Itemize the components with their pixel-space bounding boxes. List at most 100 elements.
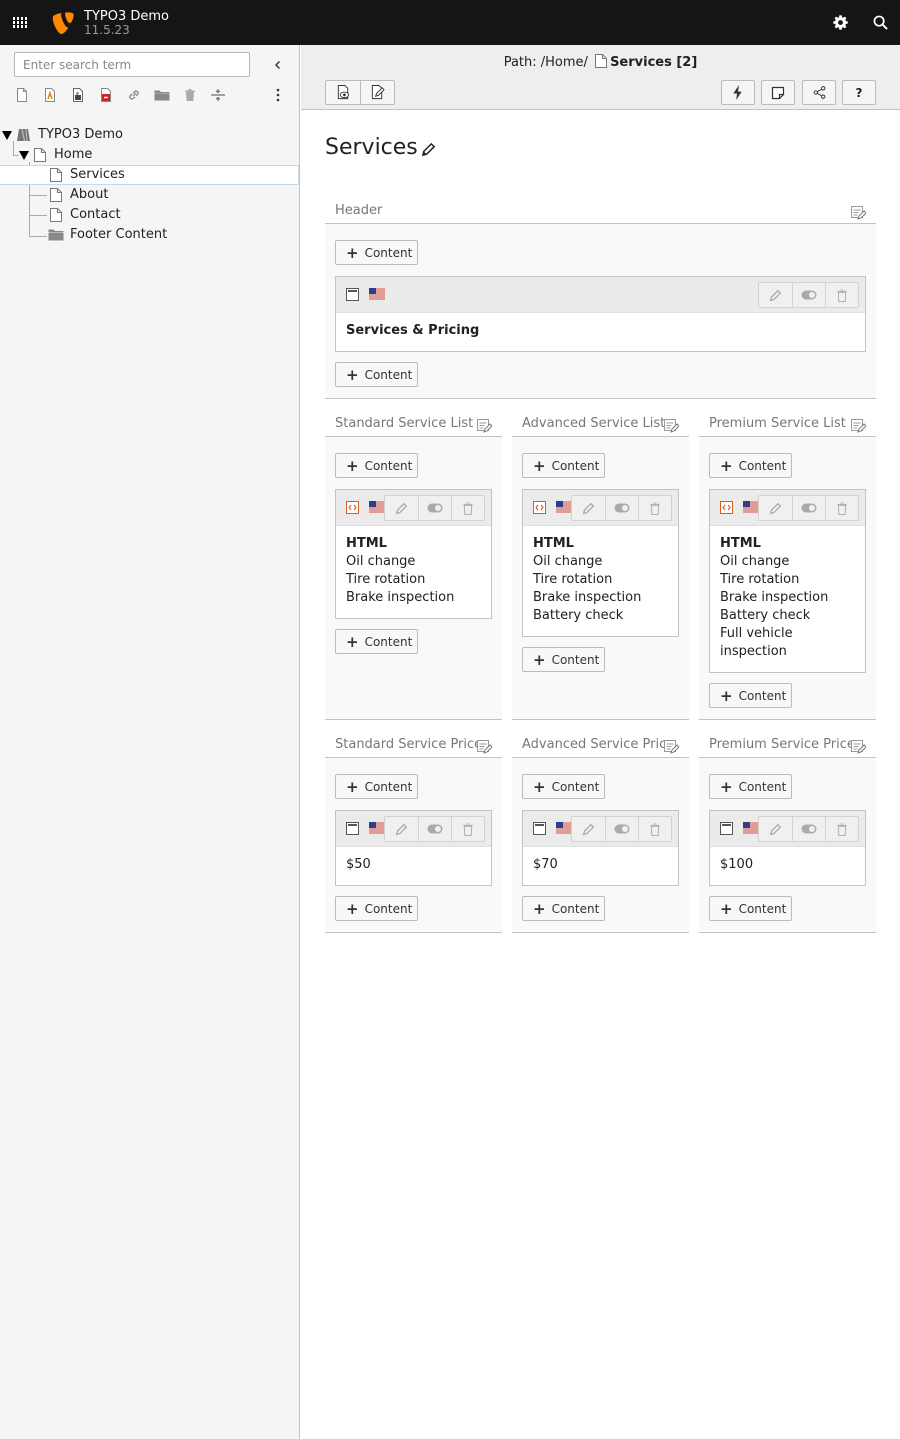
add-content-button[interactable]: + Content (335, 240, 418, 265)
toggle-visibility-button[interactable] (418, 817, 451, 841)
new-link-tool[interactable] (124, 85, 144, 105)
content-element-actions (384, 495, 485, 521)
edit-column-icon[interactable] (476, 418, 492, 434)
toggle-visibility-button[interactable] (418, 496, 451, 520)
edit-element-button[interactable] (385, 817, 418, 841)
html-element-icon (346, 501, 359, 514)
delete-element-button[interactable] (638, 817, 671, 841)
clear-cache-button[interactable] (721, 80, 755, 105)
edit-column-icon[interactable] (850, 739, 866, 755)
tree-search-input[interactable] (14, 52, 250, 77)
delete-element-button[interactable] (451, 817, 484, 841)
content-element[interactable]: $100 (709, 810, 866, 886)
share-button[interactable] (802, 80, 836, 105)
toggle-visibility-button[interactable] (605, 817, 638, 841)
pencil-icon[interactable] (421, 142, 436, 157)
content-element[interactable]: HTML Oil change Tire rotation Brake insp… (335, 489, 492, 619)
flag-us-icon (556, 501, 572, 513)
path-page-name[interactable]: Services [2] (610, 55, 697, 70)
tree-node-services[interactable]: Services (0, 165, 299, 185)
tree-label-about: About (70, 187, 109, 202)
new-folder-tool[interactable] (152, 85, 172, 105)
content-element-header (336, 811, 491, 847)
folder-icon (48, 229, 64, 241)
tree-node-home[interactable]: Home (0, 145, 299, 165)
add-content-button[interactable]: + Content (709, 774, 792, 799)
typo3-logo-icon[interactable] (52, 11, 74, 35)
toggle-visibility-button[interactable] (605, 496, 638, 520)
content-element-body: $70 (523, 847, 678, 883)
column-name: Advanced Service Price (522, 737, 675, 752)
add-content-button[interactable]: + Content (709, 896, 792, 921)
global-search-button[interactable] (860, 0, 900, 45)
toggle-visibility-button[interactable] (792, 817, 825, 841)
edit-element-button[interactable] (759, 283, 792, 307)
tree-node-root[interactable]: TYPO3 Demo (0, 125, 299, 145)
more-icon (276, 88, 280, 102)
content-element-actions (384, 816, 485, 842)
add-content-button[interactable]: + Content (335, 896, 418, 921)
plus-icon: + (346, 243, 359, 262)
tree-toolbar (8, 85, 293, 105)
text-element-icon (533, 822, 546, 835)
recycler-tool[interactable] (180, 85, 200, 105)
trash-icon (837, 288, 847, 302)
tree-node-contact[interactable]: Contact (0, 205, 299, 225)
system-settings-button[interactable] (820, 0, 860, 45)
add-content-button[interactable]: + Content (522, 774, 605, 799)
toggle-icon (614, 824, 630, 834)
edit-column-icon[interactable] (663, 418, 679, 434)
add-content-button[interactable]: + Content (709, 683, 792, 708)
tree-more-button[interactable] (268, 85, 288, 105)
site-title[interactable]: TYPO3 Demo (84, 9, 169, 24)
help-button[interactable]: ? (842, 80, 876, 105)
plus-icon: + (720, 777, 733, 796)
content-element[interactable]: Services & Pricing (335, 276, 866, 352)
collapse-triangle-icon[interactable] (2, 131, 12, 140)
content-element[interactable]: $50 (335, 810, 492, 886)
tree-node-footer-content[interactable]: Footer Content (0, 225, 299, 245)
edit-element-button[interactable] (572, 817, 605, 841)
bookmark-button[interactable] (761, 80, 795, 105)
content-element[interactable]: $70 (522, 810, 679, 886)
list-line: Oil change (720, 554, 790, 569)
new-mountpoint-tool[interactable] (68, 85, 88, 105)
add-content-button[interactable]: + Content (335, 774, 418, 799)
edit-column-icon[interactable] (476, 739, 492, 755)
toggle-icon (801, 824, 817, 834)
edit-column-icon[interactable] (850, 418, 866, 434)
collapse-triangle-icon[interactable] (19, 151, 29, 160)
add-content-button[interactable]: + Content (335, 629, 418, 654)
view-page-button[interactable] (326, 81, 360, 104)
toggle-visibility-button[interactable] (792, 283, 825, 307)
new-shortcut-tool[interactable] (40, 85, 60, 105)
edit-element-button[interactable] (759, 817, 792, 841)
add-content-button[interactable]: + Content (335, 453, 418, 478)
edit-element-button[interactable] (572, 496, 605, 520)
delete-element-button[interactable] (825, 817, 858, 841)
edit-element-button[interactable] (385, 496, 418, 520)
new-page-tool[interactable] (12, 85, 32, 105)
delete-element-button[interactable] (638, 496, 671, 520)
edit-column-icon[interactable] (663, 739, 679, 755)
new-backend-user-section-tool[interactable] (96, 85, 116, 105)
add-content-button[interactable]: + Content (522, 453, 605, 478)
edit-element-button[interactable] (759, 496, 792, 520)
delete-element-button[interactable] (825, 283, 858, 307)
add-content-button[interactable]: + Content (709, 453, 792, 478)
add-content-button[interactable]: + Content (335, 362, 418, 387)
content-element[interactable]: HTML Oil change Tire rotation Brake insp… (709, 489, 866, 673)
edit-column-icon[interactable] (850, 205, 866, 221)
delete-element-button[interactable] (825, 496, 858, 520)
spacer-tool[interactable] (208, 85, 228, 105)
edit-page-properties-button[interactable] (360, 81, 394, 104)
tree-node-about[interactable]: About (0, 185, 299, 205)
module-menu-button[interactable] (0, 0, 40, 45)
content-element[interactable]: HTML Oil change Tire rotation Brake insp… (522, 489, 679, 637)
delete-element-button[interactable] (451, 496, 484, 520)
collapse-tree-button[interactable] (268, 55, 288, 75)
add-content-button[interactable]: + Content (522, 647, 605, 672)
toggle-visibility-button[interactable] (792, 496, 825, 520)
add-content-button[interactable]: + Content (522, 896, 605, 921)
page-tree-panel: TYPO3 Demo Home Services About Contact F… (0, 45, 300, 1439)
